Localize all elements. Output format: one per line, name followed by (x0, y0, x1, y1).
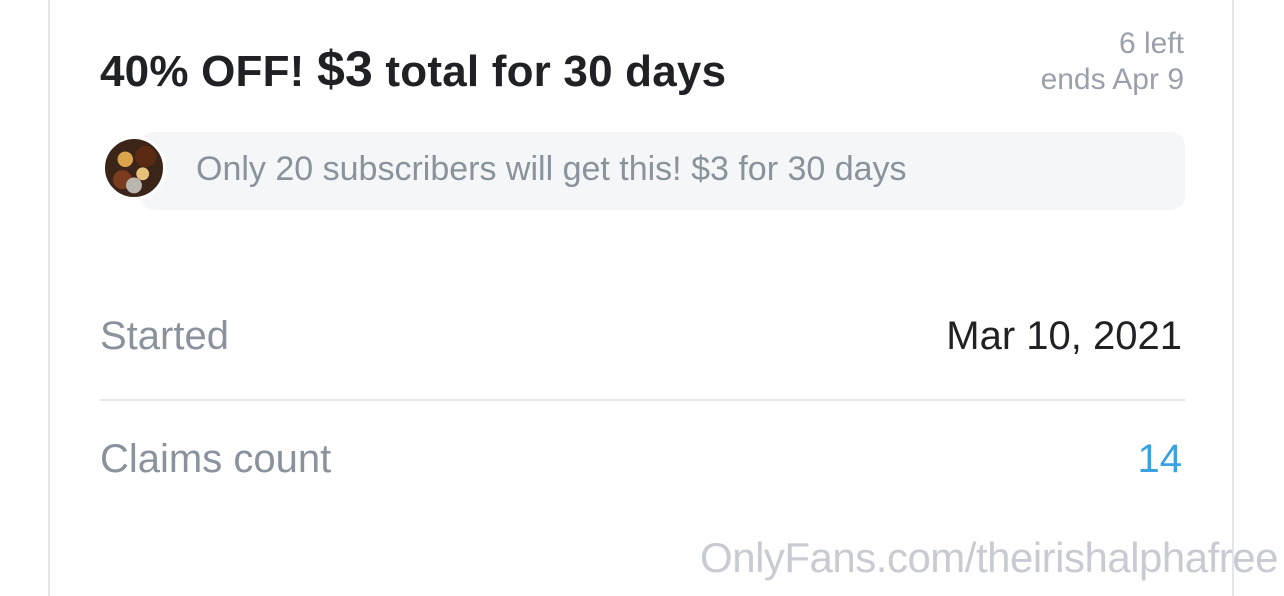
avatar[interactable] (102, 136, 166, 200)
divider (100, 399, 1185, 401)
offer-remaining: 6 left (1118, 27, 1184, 60)
offer-title: 40% OFF! $3 total for 30 days (100, 40, 726, 98)
started-label: Started (100, 314, 229, 358)
promo-message: Only 20 subscribers will get this! $3 fo… (196, 150, 907, 188)
claims-count-value[interactable]: 14 (1138, 437, 1183, 482)
offer-duration: total for 30 days (385, 47, 727, 96)
offer-price: $3 (316, 41, 373, 97)
offer-meta: 6 left ends Apr 9 (1041, 26, 1184, 98)
offer-end-date: ends Apr 9 (1040, 63, 1184, 96)
claims-count-label: Claims count (100, 437, 332, 481)
started-value: Mar 10, 2021 (946, 314, 1182, 358)
offer-discount: 40% OFF! (100, 47, 305, 96)
watermark: OnlyFans.com/theirishalphafree (700, 534, 1278, 581)
